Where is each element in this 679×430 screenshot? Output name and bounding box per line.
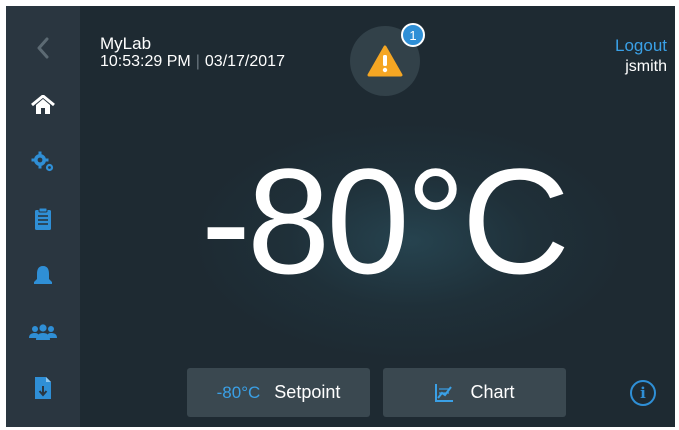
info-button[interactable]: i	[630, 380, 656, 406]
file-download-icon	[35, 377, 51, 399]
home-icon	[31, 95, 55, 114]
username: jsmith	[625, 58, 667, 75]
setpoint-label: Setpoint	[274, 382, 341, 402]
main-panel: MyLab 10:53:29 PM | 03/17/2017 1 Logout js…	[80, 6, 675, 427]
sidebar-item-home[interactable]	[6, 79, 80, 131]
logout-link[interactable]: Logout	[615, 36, 667, 56]
device-screen: MyLab 10:53:29 PM | 03/17/2017 1 Logout js…	[6, 6, 675, 427]
info-icon: i	[640, 384, 646, 402]
sidebar-item-alarms[interactable]	[6, 250, 80, 302]
warning-triangle-icon	[367, 45, 403, 77]
clipboard-icon	[35, 207, 51, 230]
setpoint-button[interactable]: -80°C Setpoint	[187, 368, 370, 417]
date: 03/17/2017	[204, 53, 285, 70]
back-button[interactable]	[6, 22, 80, 74]
sidebar-item-users[interactable]	[6, 307, 80, 359]
settings-gears-icon	[31, 151, 54, 172]
sidebar	[6, 6, 80, 427]
time: 10:53:29 PM	[100, 53, 191, 70]
temperature-readout: -80°C	[200, 137, 570, 305]
clock: 10:53:29 PM | 03/17/2017	[100, 53, 285, 71]
sidebar-item-log[interactable]	[6, 193, 80, 245]
sidebar-item-settings[interactable]	[6, 136, 80, 188]
users-icon	[29, 324, 57, 340]
chart-button[interactable]: Chart	[383, 368, 566, 417]
chart-label: Chart	[470, 382, 515, 402]
sidebar-item-export[interactable]	[6, 362, 80, 414]
chart-icon	[434, 383, 454, 403]
setpoint-value: -80°C	[216, 382, 261, 402]
back-chevron-icon	[37, 37, 49, 59]
time-date-separator: |	[195, 53, 200, 70]
alert-count-badge: 1	[401, 23, 425, 47]
site-name: MyLab	[100, 34, 152, 53]
bell-icon	[34, 266, 52, 284]
